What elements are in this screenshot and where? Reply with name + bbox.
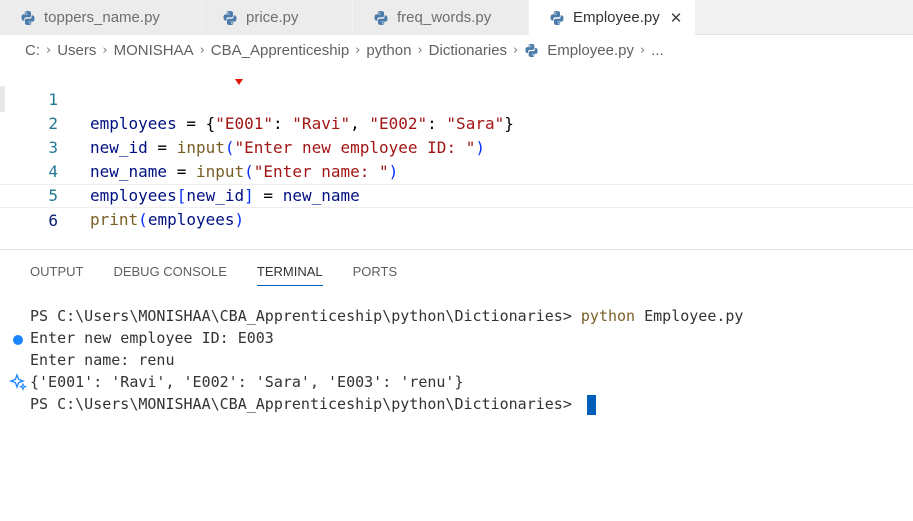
- chevron-right-icon: ›: [355, 42, 361, 58]
- chevron-right-icon: ›: [199, 42, 205, 58]
- tab-debug-console[interactable]: DEBUG CONSOLE: [113, 264, 226, 286]
- tab-employee[interactable]: Employee.py ✕: [529, 0, 695, 35]
- python-file-icon: [222, 10, 238, 26]
- sparkle-icon[interactable]: [9, 373, 28, 391]
- code-line[interactable]: 4 employees[new_id] = new_name: [0, 136, 913, 205]
- tab-terminal[interactable]: TERMINAL: [256, 264, 323, 286]
- code-line-current[interactable]: 6: [0, 184, 913, 230]
- code-editor[interactable]: 1 employees = {"E001": "Ravi", "E002": "…: [0, 64, 913, 248]
- code-line[interactable]: 1 employees = {"E001": "Ravi", "E002": "…: [0, 64, 913, 133]
- editor-tab-bar: toppers_name.py price.py freq_words.py E…: [0, 0, 913, 35]
- tab-label: toppers_name.py: [44, 9, 160, 26]
- terminal-command: python: [580, 307, 636, 325]
- code-line[interactable]: 3 new_name = input("Enter name: "): [0, 112, 913, 181]
- breadcrumb-item[interactable]: python: [366, 42, 411, 59]
- terminal-argument: Employee.py: [635, 307, 744, 325]
- python-file-icon: [373, 10, 389, 26]
- breadcrumb-item[interactable]: Dictionaries: [429, 42, 507, 59]
- command-decoration-icon[interactable]: [13, 335, 23, 345]
- tab-label: Employee.py: [573, 9, 660, 26]
- code-token: print: [90, 210, 139, 229]
- tab-freq-words[interactable]: freq_words.py: [353, 0, 529, 35]
- code-token: employees: [147, 210, 235, 229]
- tab-label: price.py: [246, 9, 299, 26]
- terminal-line: Enter name: renu: [30, 351, 175, 369]
- code-line[interactable]: 2 new_id = input("Enter new employee ID:…: [0, 88, 913, 157]
- tab-label: freq_words.py: [397, 9, 492, 26]
- breadcrumb-item[interactable]: C:: [25, 42, 40, 59]
- python-file-icon: [549, 10, 565, 26]
- terminal-prompt: PS C:\Users\MONISHAA\CBA_Apprenticeship\…: [30, 395, 581, 413]
- close-icon[interactable]: ✕: [670, 9, 683, 27]
- terminal-line: Enter new employee ID: E003: [30, 329, 274, 347]
- breadcrumb-item[interactable]: MONISHAA: [114, 42, 194, 59]
- chevron-right-icon: ›: [513, 42, 519, 58]
- terminal-line: PS C:\Users\MONISHAA\CBA_Apprenticeship\…: [30, 305, 743, 327]
- tab-ports[interactable]: PORTS: [353, 264, 398, 286]
- line-number: 6: [48, 211, 58, 230]
- breadcrumb-item[interactable]: CBA_Apprenticeship: [211, 42, 349, 59]
- terminal-line: PS C:\Users\MONISHAA\CBA_Apprenticeship\…: [30, 393, 596, 415]
- panel-tabs: OUTPUT DEBUG CONSOLE TERMINAL PORTS: [30, 264, 427, 286]
- breadcrumb-item[interactable]: Users: [57, 42, 96, 59]
- chevron-right-icon: ›: [46, 42, 52, 58]
- chevron-right-icon: ›: [102, 42, 108, 58]
- terminal-cursor: [586, 394, 596, 415]
- python-file-icon: [524, 43, 539, 58]
- breadcrumb-item[interactable]: Employee.py: [547, 42, 634, 59]
- breadcrumb-item[interactable]: ...: [651, 42, 664, 59]
- python-file-icon: [20, 10, 36, 26]
- code-text: print(employees): [90, 208, 244, 232]
- tab-toppers-name[interactable]: toppers_name.py: [0, 0, 202, 35]
- error-marker-icon: [235, 79, 243, 85]
- tab-output[interactable]: OUTPUT: [30, 264, 83, 286]
- breadcrumb: C: › Users › MONISHAA › CBA_Apprenticesh…: [0, 36, 913, 64]
- terminal-line: {'E001': 'Ravi', 'E002': 'Sara', 'E003':…: [30, 373, 464, 391]
- chevron-right-icon: ›: [417, 42, 423, 58]
- bottom-panel: OUTPUT DEBUG CONSOLE TERMINAL PORTS PS C…: [0, 249, 913, 521]
- code-token: (: [138, 210, 148, 229]
- chevron-right-icon: ›: [639, 42, 646, 58]
- code-token: ): [234, 210, 245, 229]
- tab-price[interactable]: price.py: [202, 0, 353, 35]
- code-line[interactable]: 5 print(employees): [0, 160, 913, 229]
- terminal-prompt: PS C:\Users\MONISHAA\CBA_Apprenticeship\…: [30, 307, 581, 325]
